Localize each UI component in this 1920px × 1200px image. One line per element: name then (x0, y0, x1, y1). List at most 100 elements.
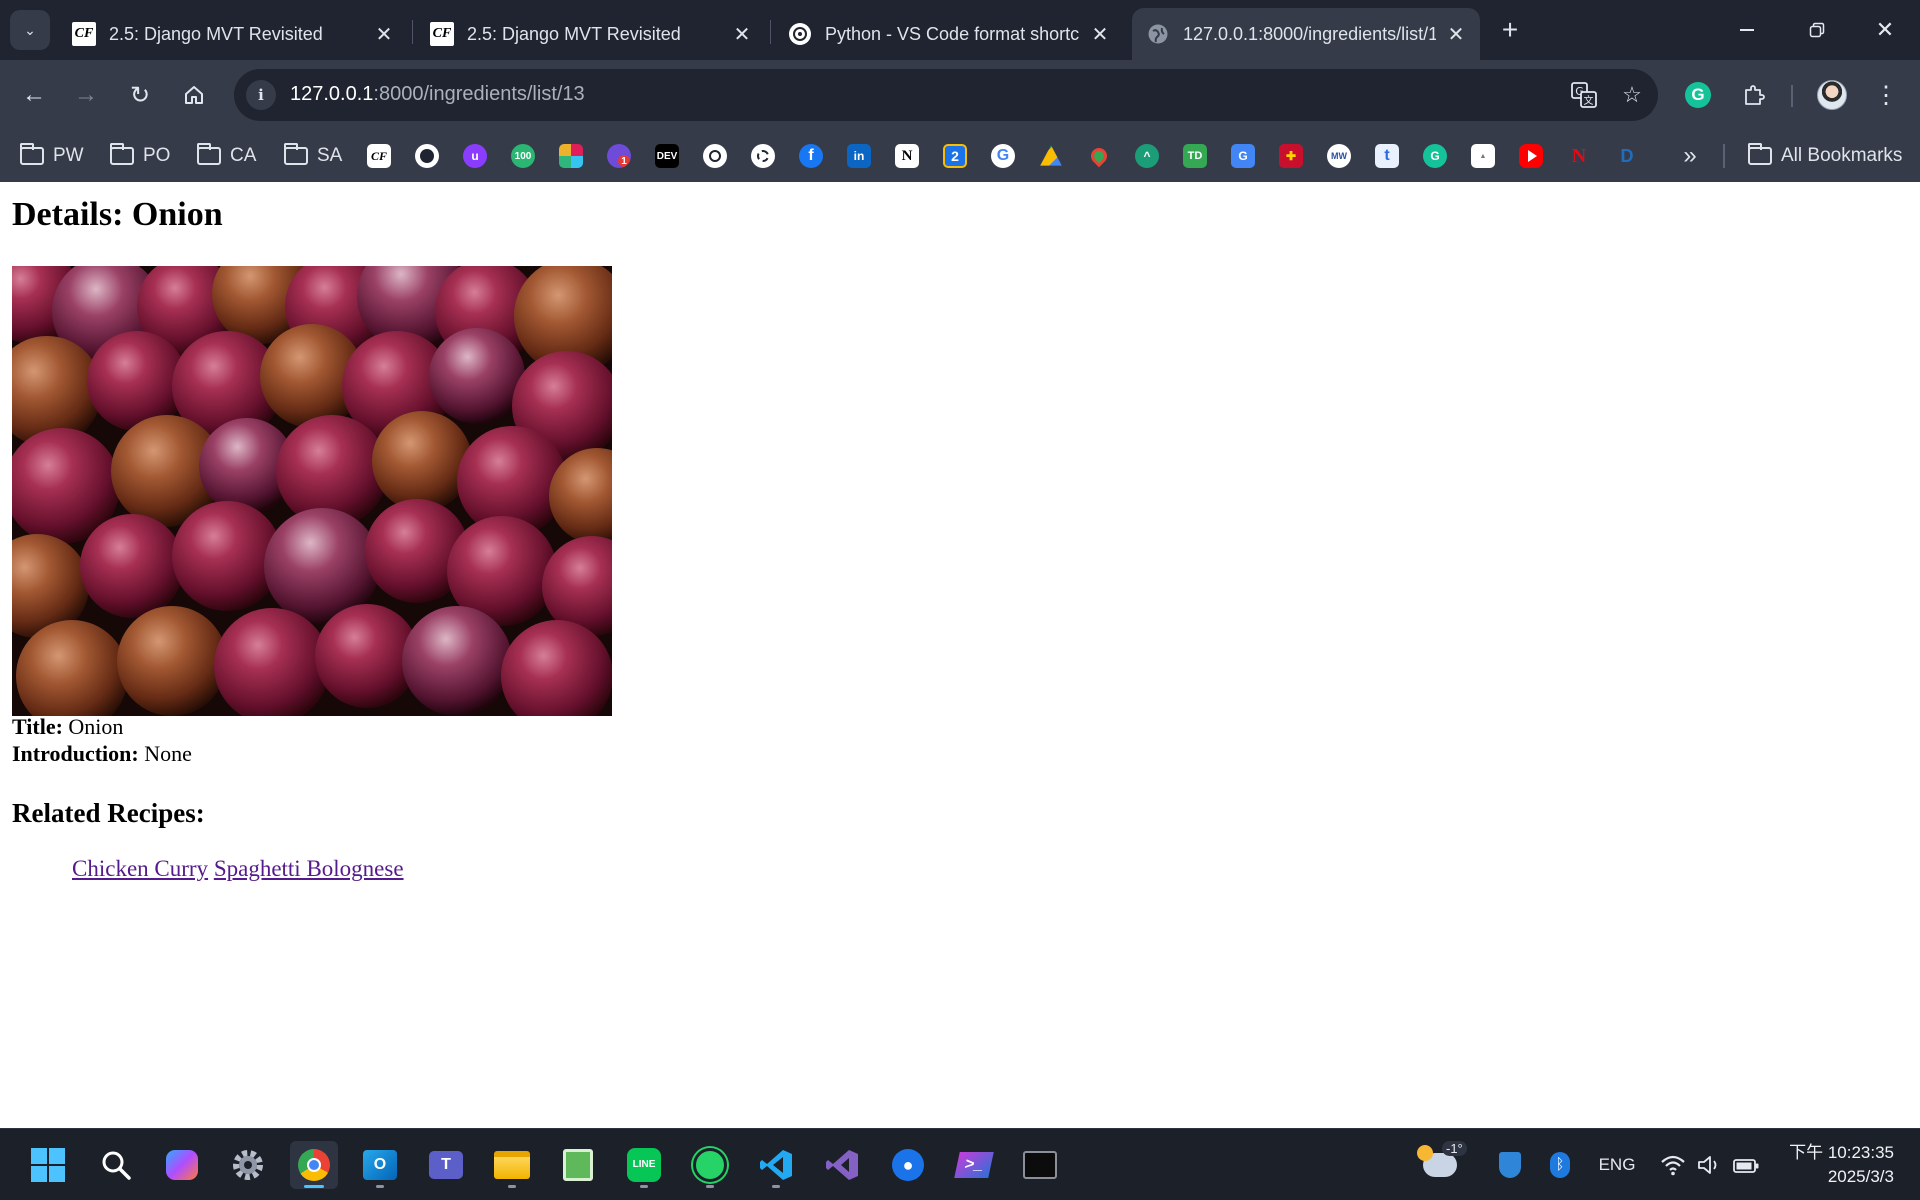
location-app-button[interactable]: ● (884, 1141, 932, 1189)
recipe-link-chicken-curry[interactable]: Chicken Curry (72, 856, 208, 881)
netflix-icon[interactable]: N (1567, 144, 1591, 168)
outlook-icon: O (363, 1150, 397, 1180)
volume-icon[interactable] (1692, 1129, 1726, 1200)
td-bank-icon[interactable]: TD (1183, 144, 1207, 168)
forward-button[interactable]: → (66, 75, 106, 115)
reload-button[interactable]: ↻ (120, 75, 160, 115)
back-button[interactable]: ← (14, 75, 54, 115)
perplexity-icon[interactable] (751, 144, 775, 168)
tab-ingredient-detail[interactable]: 127.0.0.1:8000/ingredients/list/1 ✕ (1132, 8, 1480, 60)
terminal-button[interactable] (1016, 1141, 1064, 1189)
recipe-link-spaghetti-bolognese[interactable]: Spaghetti Bolognese (214, 856, 404, 881)
close-icon[interactable]: ✕ (1444, 22, 1468, 46)
google-icon[interactable]: G (991, 144, 1015, 168)
calendar-icon[interactable]: 2 (943, 144, 967, 168)
tab-django-1[interactable]: CF 2.5: Django MVT Revisited ✕ (58, 8, 408, 60)
running-indicator (706, 1185, 714, 1188)
tab-title: 2.5: Django MVT Revisited (109, 23, 323, 44)
gear-icon (233, 1150, 263, 1180)
website-icon[interactable]: ▲ (1471, 144, 1495, 168)
outlook-button[interactable]: O (356, 1141, 404, 1189)
google-maps-icon[interactable] (1087, 144, 1111, 168)
chrome-taskbar-button[interactable] (290, 1141, 338, 1189)
restore-button[interactable] (1782, 0, 1852, 60)
close-window-button[interactable]: ✕ (1850, 0, 1920, 60)
windows-taskbar: O T LINE ● >_ -1° ᛒ ENG 下午 10:23:35 2025… (0, 1128, 1920, 1200)
dev-icon[interactable]: DEV (655, 144, 679, 168)
university-crest-icon[interactable]: ✚ (1279, 144, 1303, 168)
url-text[interactable]: 127.0.0.1:8000/ingredients/list/13 (290, 83, 585, 106)
notion-icon[interactable]: N (895, 144, 919, 168)
visual-studio-button[interactable] (818, 1141, 866, 1189)
start-button[interactable] (24, 1141, 72, 1189)
text-tool-icon[interactable]: t (1375, 144, 1399, 168)
bookmark-folder-pw[interactable]: PW (20, 142, 84, 170)
bookmark-folder-sa[interactable]: SA (284, 142, 342, 170)
merriam-webster-icon[interactable]: MW (1327, 144, 1351, 168)
search-button[interactable] (92, 1141, 140, 1189)
defender-tray-icon[interactable] (1492, 1129, 1528, 1200)
more-bookmarks-button[interactable]: » (1676, 142, 1704, 170)
github-icon[interactable] (415, 144, 439, 168)
grammarly-icon[interactable]: G (1423, 144, 1447, 168)
messenger-icon[interactable]: 1 (607, 144, 631, 168)
file-explorer-button[interactable] (488, 1141, 536, 1189)
plus-icon: + (1501, 14, 1519, 45)
all-bookmarks-button[interactable]: All Bookmarks (1748, 142, 1902, 170)
wealthsimple-icon[interactable]: ^ (1135, 144, 1159, 168)
slack-icon[interactable] (559, 144, 583, 168)
browser-menu-button[interactable]: ⋮ (1866, 75, 1906, 115)
reload-icon: ↻ (129, 81, 151, 109)
shield-icon (1499, 1152, 1521, 1178)
close-icon[interactable]: ✕ (730, 22, 754, 46)
disney-plus-icon[interactable]: D (1615, 144, 1639, 168)
powershell-button[interactable]: >_ (950, 1141, 998, 1189)
linkedin-icon[interactable]: in (847, 144, 871, 168)
google-drive-icon[interactable] (1040, 145, 1062, 166)
bookmark-folder-po[interactable]: PO (110, 142, 170, 170)
url-host: 127.0.0.1 (290, 83, 374, 105)
settings-button[interactable] (224, 1141, 272, 1189)
wifi-icon[interactable] (1656, 1129, 1690, 1200)
google-translate-icon[interactable]: G (1231, 144, 1255, 168)
system-clock[interactable]: 下午 10:23:35 2025/3/3 (1770, 1141, 1894, 1189)
language-indicator[interactable]: ENG (1592, 1129, 1642, 1200)
tab-search-button[interactable]: ⌄ (10, 10, 50, 50)
notepad-button[interactable] (554, 1141, 602, 1189)
facebook-icon[interactable]: f (799, 144, 823, 168)
more-vertical-icon: ⋮ (1874, 81, 1898, 109)
profile-button[interactable] (1812, 75, 1852, 115)
introduction-field: Introduction: None (12, 741, 192, 767)
close-icon: ✕ (1875, 17, 1895, 42)
battery-icon[interactable] (1728, 1129, 1764, 1200)
teams-button[interactable]: T (422, 1141, 470, 1189)
hundred-icon[interactable]: 100 (511, 144, 535, 168)
bluetooth-tray-icon[interactable]: ᛒ (1542, 1129, 1578, 1200)
site-info-icon[interactable]: i (246, 80, 276, 110)
close-icon[interactable]: ✕ (372, 22, 396, 46)
close-icon[interactable]: ✕ (1088, 22, 1112, 46)
tab-python-vscode[interactable]: Python - VS Code format shortc ✕ (774, 8, 1124, 60)
star-icon[interactable]: ☆ (1618, 81, 1646, 109)
cf-icon[interactable]: CF (367, 144, 391, 168)
minimize-button[interactable] (1712, 0, 1782, 60)
tab-strip: ⌄ CF 2.5: Django MVT Revisited ✕ CF 2.5:… (0, 0, 1920, 60)
translate-icon[interactable]: G文 (1570, 81, 1598, 109)
new-tab-button[interactable]: + (1494, 14, 1526, 46)
line-button[interactable]: LINE (620, 1141, 668, 1189)
bookmark-folder-ca[interactable]: CA (197, 142, 256, 170)
home-button[interactable] (174, 75, 214, 115)
grammarly-extension-button[interactable]: G (1678, 75, 1718, 115)
extensions-button[interactable] (1734, 75, 1774, 115)
copilot-button[interactable] (158, 1141, 206, 1189)
youtube-icon[interactable] (1519, 144, 1543, 168)
weather-widget[interactable]: -1° (1410, 1129, 1470, 1200)
globe-icon (1146, 22, 1170, 46)
chatgpt-icon[interactable] (703, 144, 727, 168)
address-bar[interactable]: i 127.0.0.1:8000/ingredients/list/13 G文 … (234, 69, 1658, 121)
chatgpt-icon (788, 22, 812, 46)
udemy-icon[interactable]: u (463, 144, 487, 168)
whatsapp-button[interactable] (686, 1141, 734, 1189)
tab-django-2[interactable]: CF 2.5: Django MVT Revisited ✕ (416, 8, 766, 60)
vscode-button[interactable] (752, 1141, 800, 1189)
